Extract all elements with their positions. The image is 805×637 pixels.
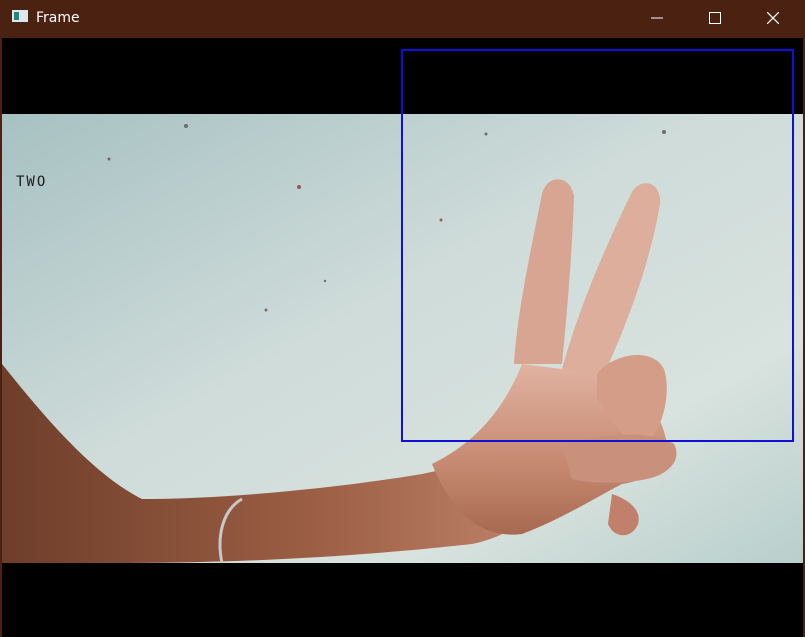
app-icon — [12, 10, 28, 22]
window-title: Frame — [36, 10, 80, 26]
close-button[interactable] — [744, 0, 802, 36]
video-frame: TWO — [2, 38, 803, 637]
gesture-label: TWO — [16, 174, 48, 190]
wall-speck — [297, 185, 301, 189]
wall-speck — [184, 124, 188, 128]
wall-speck — [323, 279, 327, 283]
wall-speck — [264, 308, 268, 312]
minimize-button[interactable] — [628, 0, 686, 36]
title-bar[interactable]: Frame — [0, 0, 805, 36]
minimize-icon — [651, 17, 663, 19]
region-of-interest-box — [401, 49, 794, 442]
maximize-icon — [709, 12, 721, 24]
wall-speck — [107, 157, 111, 161]
maximize-button[interactable] — [686, 0, 744, 36]
app-window: Frame TWO — [0, 0, 805, 637]
close-icon — [767, 12, 779, 24]
